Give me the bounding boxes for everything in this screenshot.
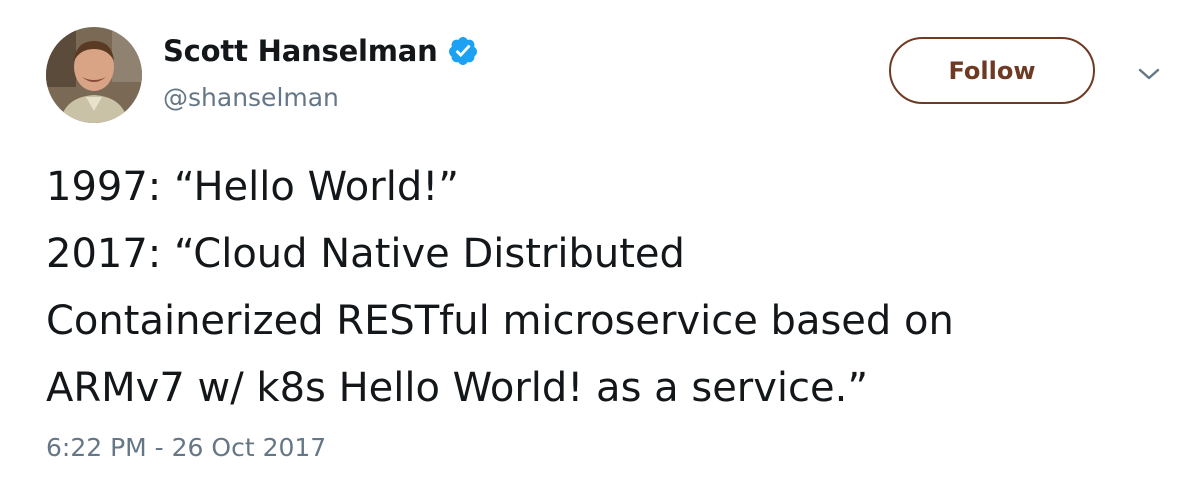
verified-badge-icon: [447, 35, 479, 67]
author-name-row: Scott Hanselman: [163, 30, 479, 72]
follow-button[interactable]: Follow: [889, 37, 1095, 104]
author-handle[interactable]: @shanselman: [163, 83, 339, 112]
tweet-text: 1997: “Hello World!” 2017: “Cloud Native…: [46, 154, 1176, 422]
author-name[interactable]: Scott Hanselman: [163, 34, 438, 68]
tweet-line: Containerized RESTful microservice based…: [46, 298, 954, 344]
tweet-line: ARMv7 w/ k8s Hello World! as a service.”: [46, 365, 869, 411]
profile-photo-icon: [46, 27, 142, 123]
tweet-timestamp[interactable]: 6:22 PM - 26 Oct 2017: [46, 433, 326, 462]
tweet-card: Scott Hanselman @shanselman Follow 1997:…: [0, 0, 1203, 479]
chevron-down-icon: [1138, 68, 1160, 80]
tweet-line: 1997: “Hello World!”: [46, 164, 459, 210]
tweet-line: 2017: “Cloud Native Distributed: [46, 231, 685, 277]
avatar[interactable]: [46, 27, 142, 123]
more-options-button[interactable]: [1134, 62, 1164, 86]
